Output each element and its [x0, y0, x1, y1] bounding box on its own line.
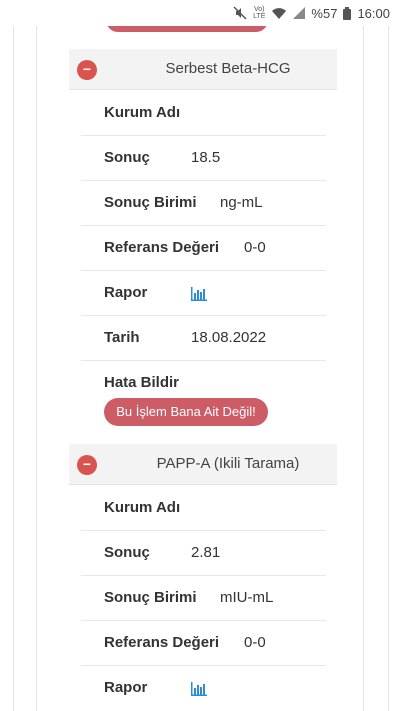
unit-label: Sonuç Birimi [104, 589, 197, 606]
unit-value: mIU-mL [220, 589, 274, 606]
page-frame-line [36, 0, 37, 711]
battery-percent: %57 [311, 5, 338, 21]
result-row: Sonuç 2.81 [81, 530, 326, 576]
clock: 16:00 [357, 5, 390, 21]
not-mine-button[interactable]: Bu İşlem Bana Ait Değil! [104, 398, 268, 426]
card-header[interactable]: − Serbest Beta-HCG [69, 49, 337, 90]
signal-icon [293, 7, 306, 19]
date-label: Tarih [104, 329, 140, 346]
network-type: Vo) LTE [253, 6, 266, 20]
reference-row: Referans Değeri 0-0 [81, 225, 326, 271]
result-label: Sonuç [104, 544, 150, 561]
reference-row: Referans Değeri 0-0 [81, 620, 326, 666]
error-report-label: Hata Bildir [104, 374, 180, 391]
result-value: 18.5 [191, 149, 221, 166]
report-label: Rapor [104, 284, 148, 301]
mute-icon [233, 6, 247, 20]
reference-label: Referans Değeri [104, 634, 220, 651]
unit-row: Sonuç Birimi mIU-mL [81, 575, 326, 621]
reference-label: Referans Değeri [104, 239, 220, 256]
card-title: Serbest Beta-HCG [165, 60, 291, 77]
unit-row: Sonuç Birimi ng-mL [81, 180, 326, 226]
bar-chart-icon[interactable] [191, 682, 207, 696]
battery-icon [343, 6, 352, 20]
reference-value: 0-0 [244, 634, 266, 651]
date-value: 18.08.2022 [191, 329, 267, 346]
result-value: 2.81 [191, 544, 221, 561]
institution-label: Kurum Adı [104, 104, 181, 121]
unit-label: Sonuç Birimi [104, 194, 197, 211]
result-label: Sonuç [104, 149, 150, 166]
report-row: Rapor [81, 665, 326, 710]
page-frame-line [13, 0, 14, 711]
institution-label: Kurum Adı [104, 499, 181, 516]
bar-chart-icon[interactable] [191, 287, 207, 301]
page-frame-line [388, 0, 389, 711]
report-label: Rapor [104, 679, 148, 696]
wifi-icon [272, 7, 287, 19]
reference-value: 0-0 [244, 239, 266, 256]
status-bar: Vo) LTE %57 16:00 [0, 0, 400, 26]
page-frame-line [363, 0, 364, 711]
unit-value: ng-mL [220, 194, 263, 211]
card-header[interactable]: − PAPP-A (Ikili Tarama) [69, 444, 337, 485]
card-title: PAPP-A (Ikili Tarama) [156, 455, 300, 472]
result-row: Sonuç 18.5 [81, 135, 326, 181]
institution-row: Kurum Adı [81, 485, 326, 531]
date-row: Tarih 18.08.2022 [81, 315, 326, 361]
report-row: Rapor [81, 270, 326, 316]
institution-row: Kurum Adı [81, 90, 326, 136]
